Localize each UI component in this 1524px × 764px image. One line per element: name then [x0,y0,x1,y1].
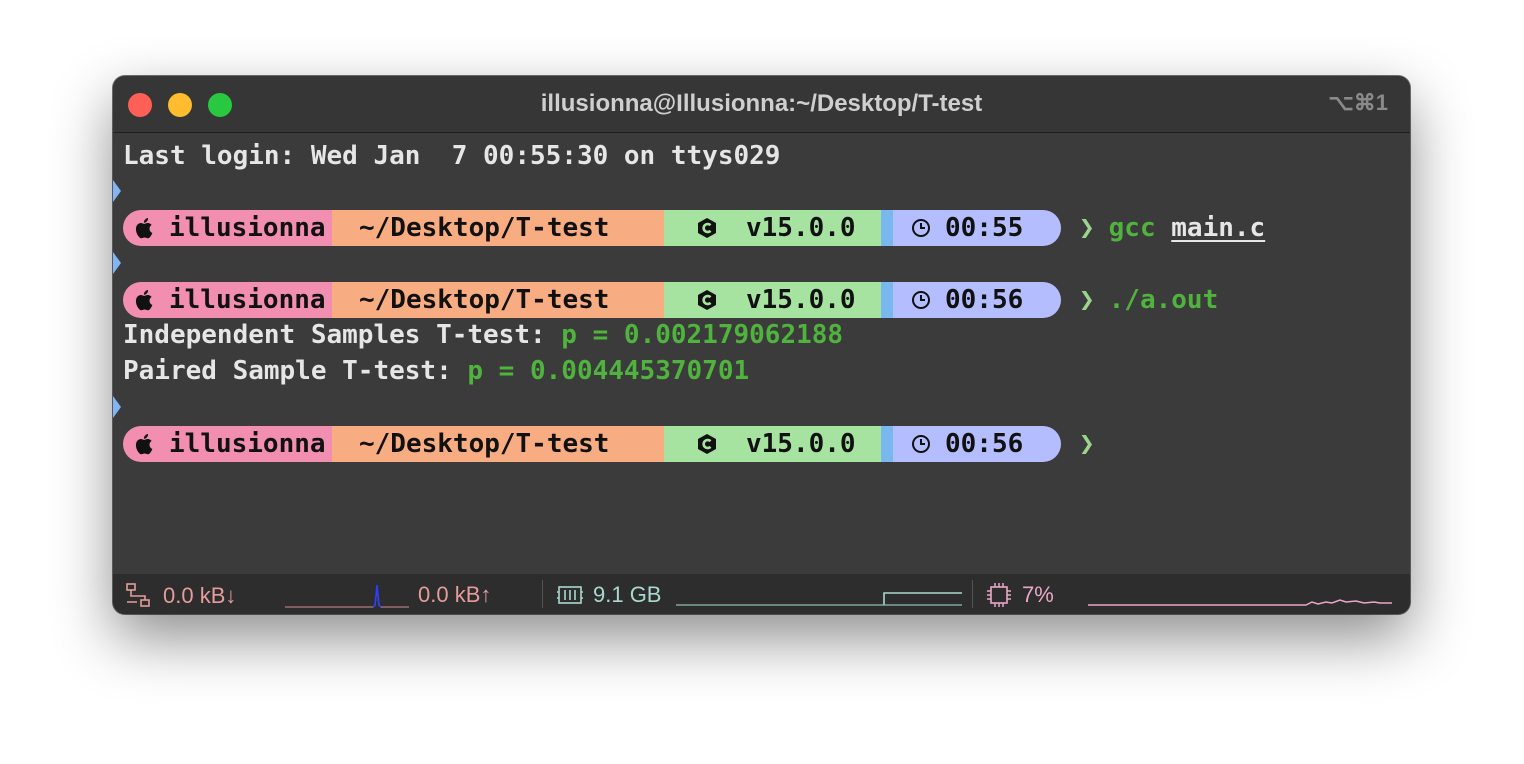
prompt-compiler-segment: v15.0.0 [664,210,893,246]
output-value: p = 0.002179062188 [561,320,844,350]
prompt-time: 00:56 [945,285,1024,315]
c-language-icon [698,290,716,310]
network-down: 0.0 kB↓ [163,583,237,608]
memory-sparkline [676,592,962,606]
terminal-window: illusionna@Illusionna:~/Desktop/T-test ⌥… [113,76,1410,614]
memory-chip-icon [557,586,583,604]
cpu-sparkline [1088,599,1392,606]
output-value: p = 0.004445370701 [467,356,750,386]
prompt-time: 00:56 [945,429,1024,459]
apple-icon [135,434,153,455]
prompt-time-segment: 00:56 [893,282,1061,318]
prompt-dir-segment: ~/Desktop/T-test [332,426,664,462]
apple-icon [135,218,153,239]
command-text: gcc main.c [1109,210,1266,246]
cpu-icon [987,583,1011,607]
prompt-dir-segment: ~/Desktop/T-test [332,282,664,318]
prompt-user: illusionna [169,213,326,243]
prompt-time-segment: 00:55 [893,210,1061,246]
prompt-line: illusionna ~/Desktop/T-test v15.0.0 00:5… [123,426,1095,462]
clock-icon [912,219,930,237]
prompt-chevron: ❯ [1079,213,1095,243]
title-bar: illusionna@Illusionna:~/Desktop/T-test ⌥… [113,76,1410,133]
c-language-icon [698,434,716,454]
output-label: Paired Sample T-test: [123,356,468,386]
clock-icon [912,291,930,309]
clock-icon [912,435,930,453]
prompt-compiler-segment: v15.0.0 [664,426,893,462]
prompt-chevron: ❯ [1079,429,1095,459]
prompt-compiler-version: v15.0.0 [746,285,856,315]
prompt-marker [113,396,121,418]
command-argument: main.c [1171,213,1266,243]
network-upload: 0.0 kB↑ [418,582,491,608]
prompt-time: 00:55 [945,213,1024,243]
memory-status[interactable]: 9.1 GB [557,582,661,608]
window-shortcut: ⌥⌘1 [1328,90,1388,115]
output-line: Paired Sample T-test: p = 0.004445370701 [123,356,749,386]
prompt-user: illusionna [169,429,326,459]
prompt-user: illusionna [169,285,326,315]
prompt-line: illusionna ~/Desktop/T-test v15.0.0 00:5… [123,282,1218,318]
prompt-compiler-segment: v15.0.0 [664,282,893,318]
status-bar: 0.0 kB↓ 0.0 kB↑ 9.1 GB 7% [113,574,1410,614]
apple-icon [135,290,153,311]
prompt-compiler-version: v15.0.0 [746,213,856,243]
c-language-icon [698,218,716,238]
command-name: gcc [1108,213,1156,243]
status-divider [972,580,973,608]
prompt-line: illusionna ~/Desktop/T-test v15.0.0 00:5… [123,210,1265,246]
prompt-user-segment: illusionna [123,210,332,246]
last-login-line: Last login: Wed Jan 7 00:55:30 on ttys02… [123,141,781,171]
network-status[interactable]: 0.0 kB↓ [125,582,236,610]
prompt-dir: ~/Desktop/T-test [359,285,610,315]
prompt-user-segment: illusionna [123,282,332,318]
output-label: Independent Samples T-test: [123,320,562,350]
prompt-time-segment: 00:56 [893,426,1061,462]
network-up: 0.0 kB↑ [418,582,492,607]
prompt-dir: ~/Desktop/T-test [359,213,610,243]
prompt-marker [113,180,121,202]
terminal-content[interactable]: Last login: Wed Jan 7 00:55:30 on ttys02… [113,133,1410,574]
prompt-user-segment: illusionna [123,426,332,462]
memory-usage: 9.1 GB [593,582,662,607]
status-divider [542,580,543,608]
network-sparkline [285,584,409,608]
network-icon [126,583,150,607]
prompt-chevron: ❯ [1079,285,1095,315]
cpu-usage: 7% [1022,582,1054,607]
prompt-marker [113,252,121,274]
cpu-status[interactable]: 7% [986,582,1054,608]
prompt-dir-segment: ~/Desktop/T-test [332,210,664,246]
prompt-compiler-version: v15.0.0 [746,429,856,459]
prompt-dir: ~/Desktop/T-test [359,429,610,459]
output-line: Independent Samples T-test: p = 0.002179… [123,320,843,350]
window-title: illusionna@Illusionna:~/Desktop/T-test [540,90,983,117]
command-text: ./a.out [1108,285,1219,315]
